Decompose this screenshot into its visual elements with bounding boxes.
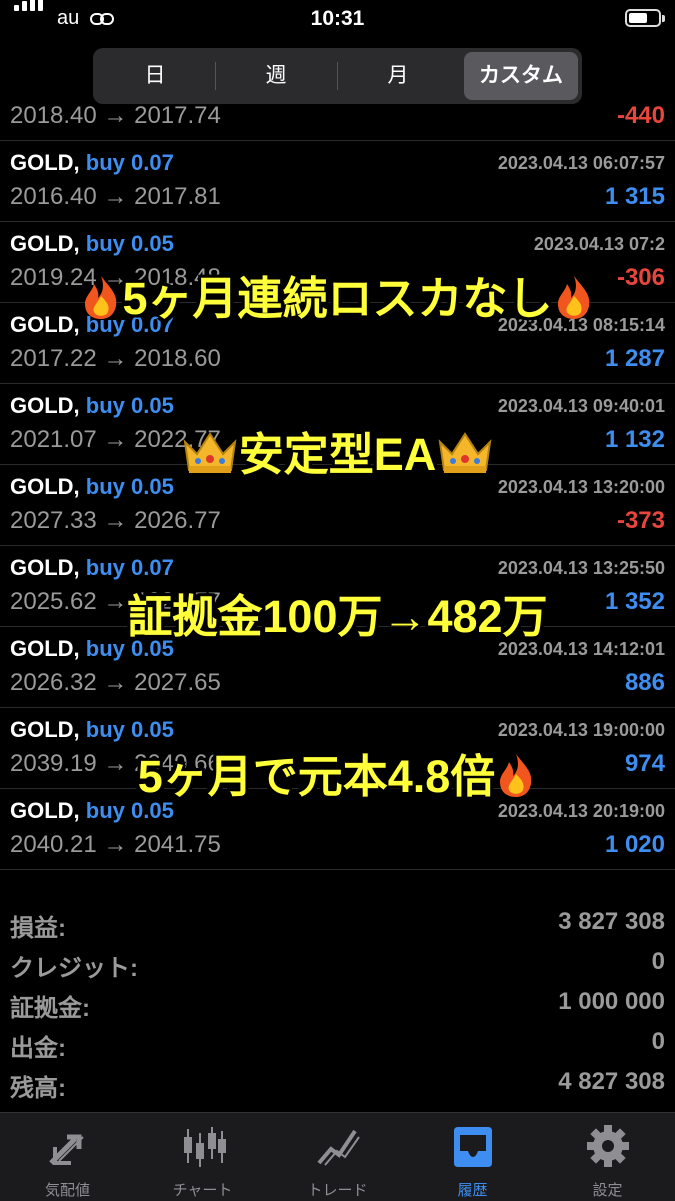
trade-prices: 2016.40 → 2017.81 <box>10 183 221 210</box>
tab-trade-label: トレード <box>307 1182 368 1199</box>
trade-time: 2023.04.13 07:2 <box>533 234 665 254</box>
summary-label: 損益: <box>10 915 66 942</box>
tab-quotes[interactable]: 気配値 <box>0 1113 135 1201</box>
trade-prices: 2017.22 → 2018.60 <box>10 345 221 372</box>
tab-chart-label: チャート <box>172 1182 233 1199</box>
trade-prices: 2040.21 → 2041.75 <box>10 831 221 858</box>
history-inbox-icon <box>454 1127 492 1167</box>
summary-value: 4 827 308 <box>558 1068 665 1095</box>
trade-symbol: GOLD, buy 0.07 <box>10 555 174 580</box>
trade-profit: -440 <box>616 102 665 129</box>
fire-icon <box>85 276 117 319</box>
overlay-line-2: 安定型EA <box>238 429 437 480</box>
summary-line: 出金: 0 <box>0 1028 675 1068</box>
bottom-tab-bar: 気配値 チャート トレード 履歴 設定 <box>0 1112 675 1201</box>
tab-history[interactable]: 履歴 <box>405 1113 540 1201</box>
battery-icon <box>625 9 665 27</box>
overlay-text-line-3: 証拠金100万→482万 <box>0 580 675 645</box>
summary-label: 出金: <box>10 1035 66 1062</box>
overlay-line-3: 証拠金100万→482万 <box>127 591 548 642</box>
summary-value: 1 000 000 <box>558 988 665 1015</box>
summary-value: 0 <box>651 1028 665 1055</box>
trade-side: buy 0.05 <box>85 231 174 256</box>
summary-value: 3 827 308 <box>558 908 665 935</box>
summary-line: 損益: 3 827 308 <box>0 908 675 948</box>
tab-chart[interactable]: チャート <box>135 1113 270 1201</box>
trade-prices: 2026.32 → 2027.65 <box>10 669 221 696</box>
summary-label: クレジット: <box>10 955 138 982</box>
summary-value: 0 <box>651 948 665 975</box>
summary-label: 残高: <box>10 1075 66 1102</box>
trade-profit: -373 <box>616 507 665 534</box>
trade-symbol: GOLD, buy 0.05 <box>10 231 174 256</box>
trade-symbol: GOLD, buy 0.05 <box>10 393 174 418</box>
trade-side: buy 0.05 <box>85 393 174 418</box>
status-bar: au 10:31 <box>0 0 675 38</box>
tab-history-label: 履歴 <box>457 1182 488 1199</box>
overlay-line-1: 5ヶ月連続ロスカなし <box>122 273 553 324</box>
overlay-text-line-1: 5ヶ月連続ロスカなし <box>0 262 675 327</box>
summary-line: 残高: 4 827 308 <box>0 1068 675 1108</box>
trade-profit: 1 020 <box>604 831 665 858</box>
trade-side: buy 0.07 <box>85 555 174 580</box>
trade-prices: 2018.40 → 2017.74 <box>10 102 221 129</box>
quotes-icon <box>49 1134 84 1165</box>
trade-time: 2023.04.13 19:00:00 <box>497 720 665 740</box>
tab-settings[interactable]: 設定 <box>540 1113 675 1201</box>
candlestick-chart-icon <box>184 1127 226 1167</box>
tab-settings-label: 設定 <box>592 1182 623 1199</box>
summary-label: 証拠金: <box>10 995 90 1022</box>
table-row[interactable]: 2018.40 → 2017.74 -440 <box>0 59 675 141</box>
trade-time: 2023.04.13 06:07:57 <box>497 153 665 173</box>
crown-icon <box>183 432 237 473</box>
gear-icon <box>587 1125 629 1167</box>
overlay-text-line-4: 5ヶ月で元本4.8倍 <box>0 740 675 805</box>
tab-trade[interactable]: トレード <box>270 1113 405 1201</box>
overlay-text-line-2: 安定型EA <box>0 418 675 483</box>
trade-chart-icon <box>317 1129 360 1166</box>
trade-profit: 1 287 <box>604 345 665 372</box>
trade-side: buy 0.05 <box>85 717 174 742</box>
trade-side: buy 0.07 <box>85 150 174 175</box>
trade-profit: 1 315 <box>604 183 665 210</box>
trade-profit: 886 <box>624 669 665 696</box>
clock: 10:31 <box>310 7 365 30</box>
summary-line: クレジット: 0 <box>0 948 675 988</box>
table-row[interactable]: GOLD, buy 0.07 2023.04.13 06:07:57 2016.40… <box>0 140 675 222</box>
fire-icon <box>500 754 532 797</box>
crown-icon <box>438 432 492 473</box>
trade-symbol: GOLD, buy 0.07 <box>10 150 174 175</box>
tab-quotes-label: 気配値 <box>44 1182 90 1199</box>
fire-icon <box>557 276 589 319</box>
overlay-line-4: 5ヶ月で元本4.8倍 <box>137 751 496 802</box>
trade-time: 2023.04.13 09:40:01 <box>497 396 665 416</box>
trade-time: 2023.04.13 13:25:50 <box>497 558 665 578</box>
trade-prices: 2027.33 → 2026.77 <box>10 507 221 534</box>
summary-line: 証拠金: 1 000 000 <box>0 988 675 1028</box>
